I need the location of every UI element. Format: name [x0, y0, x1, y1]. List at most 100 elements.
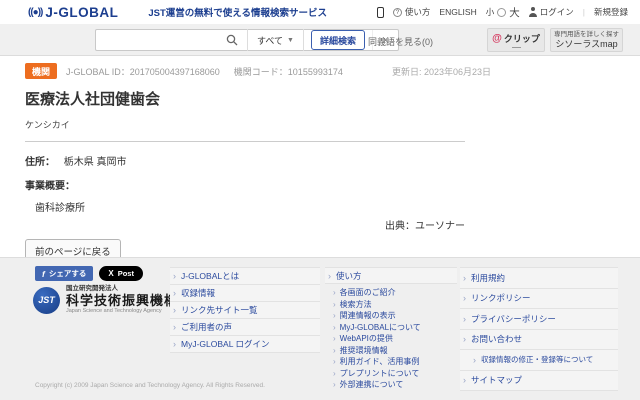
font-small-button[interactable]: 小 — [486, 6, 495, 18]
title-kana: ケンシカイ — [25, 118, 465, 131]
footer-links-policy: ›利用規約 ›リンクポリシー ›プライバシーポリシー ›お問い合わせ ›収録情報… — [460, 267, 618, 391]
footer-link-label: 推奨環境情報 — [340, 345, 388, 356]
clip-underline — [512, 47, 521, 48]
footer-link-myjglobal-login[interactable]: ›MyJ-GLOBAL ログイン — [170, 336, 320, 353]
header: ((●)) J-GLOBAL JST運営の無料で使える情報検索サービス ? 使い… — [0, 0, 640, 24]
chevron-right-icon: › — [463, 293, 466, 303]
scope-label: すべて — [257, 34, 283, 47]
org-name-small: 国立研究開発法人 — [66, 285, 178, 293]
chevron-right-icon: › — [333, 311, 336, 320]
person-icon — [529, 7, 537, 17]
organization-code: 機関コード：10155993174 — [234, 65, 343, 78]
synonym-link[interactable]: 同義語を見る(0) — [368, 35, 433, 48]
chevron-right-icon: › — [333, 369, 336, 378]
footer-link-label: 使い方 — [336, 270, 362, 282]
font-size-control: 小 大 — [486, 5, 520, 20]
divider — [303, 29, 304, 51]
footer-link-search-method[interactable]: ›検索方法 — [333, 299, 457, 311]
jst-logo-icon: JST — [33, 287, 60, 314]
search-scope-dropdown[interactable]: すべて ▼ — [248, 34, 303, 47]
footer-link-privacy[interactable]: ›プライバシーポリシー — [460, 309, 618, 330]
advanced-search-button[interactable]: 詳細検索 — [311, 30, 365, 50]
smartphone-icon[interactable] — [377, 7, 384, 18]
chevron-right-icon: › — [333, 346, 336, 355]
footer-link-linked-sites[interactable]: ›リンク先サイト一覧 — [170, 302, 320, 319]
chevron-right-icon: › — [333, 300, 336, 309]
footer-link-webapi[interactable]: › WebAPIの提供 — [333, 333, 457, 345]
footer-link-label: プライバシーポリシー — [471, 313, 556, 325]
chevron-right-icon: › — [463, 375, 466, 385]
question-icon: ? — [393, 8, 402, 17]
help-link[interactable]: ? 使い方 — [393, 6, 431, 18]
thesaurus-map-button[interactable]: 専門用語を詳しく探す シソーラスmap — [550, 28, 623, 52]
footer-link-label: 各画面のご紹介 — [340, 287, 396, 298]
footer-link-external[interactable]: › 外部連携について — [333, 379, 457, 391]
footer-link-howto[interactable]: ›使い方 — [325, 267, 457, 284]
footer-link-label: 利用ガイド、活用事例 — [340, 356, 420, 367]
address-row: 住所： 栃木県 真岡市 — [25, 153, 465, 168]
updated-date: 更新日: 2023年06月23日 — [392, 65, 491, 78]
org-name-english: Japan Science and Technology Agency — [66, 308, 178, 315]
footer-link-label: 外部連携について — [340, 379, 404, 390]
thesaurus-caption: 専門用語を詳しく探す — [551, 31, 622, 39]
footer-link-screens[interactable]: ›各画面のご紹介 — [333, 287, 457, 299]
footer-link-myjglobal[interactable]: ›MyJ-GLOBALについて — [333, 322, 457, 334]
chevron-down-icon: ▼ — [287, 37, 294, 44]
chevron-right-icon: › — [333, 334, 336, 343]
footer-link-label: 利用規約 — [471, 272, 505, 284]
facebook-icon: f — [42, 269, 45, 279]
search-icon[interactable] — [226, 34, 238, 46]
footer-link-preprint[interactable]: › プレプリントについて — [333, 368, 457, 380]
footer-link-related-info[interactable]: ›関連情報の表示 — [333, 310, 457, 322]
facebook-share-button[interactable]: f シェアする — [35, 266, 93, 281]
nav-divider: | — [583, 7, 585, 17]
chevron-right-icon: › — [173, 271, 176, 281]
footer-links-about: ›J-GLOBALとは ›収録情報 ›リンク先サイト一覧 ›ご利用者の声 ›My… — [170, 267, 320, 353]
footer-link-label: WebAPIの提供 — [340, 333, 393, 344]
search-bar-section: すべて ▼ 詳細検索 × 同義語を見る(0) @ クリップ 専門用語を詳しく探す… — [0, 24, 640, 56]
paperclip-icon: @ — [492, 33, 502, 44]
footer-link-contents[interactable]: ›収録情報 — [170, 285, 320, 302]
footer-link-label: リンク先サイト一覧 — [181, 304, 258, 316]
footer-link-environment[interactable]: › 推奨環境情報 — [333, 345, 457, 357]
footer-link-guide[interactable]: › 利用ガイド、活用事例 — [333, 356, 457, 368]
chevron-right-icon: › — [333, 380, 336, 389]
record-detail: 機関 J-GLOBAL ID：201705004397168060 機関コード：… — [25, 56, 465, 263]
chevron-right-icon: › — [173, 288, 176, 298]
footer: f シェアする X Post JST 国立研究開発法人 科学技術振興機構 Jap… — [0, 257, 640, 400]
j-global-logo[interactable]: ((●)) J-GLOBAL — [28, 5, 118, 20]
chevron-right-icon: › — [463, 334, 466, 344]
logo-text: J-GLOBAL — [45, 5, 118, 20]
chevron-right-icon: › — [463, 273, 466, 283]
footer-link-label: プレプリントについて — [340, 368, 420, 379]
business-value: 歯科診療所 — [35, 199, 465, 214]
footer-link-label: 収録情報の修正・登録等について — [481, 354, 593, 365]
search-input[interactable] — [96, 31, 224, 49]
footer-link-contact[interactable]: ›お問い合わせ — [460, 330, 618, 351]
chevron-right-icon: › — [333, 323, 336, 332]
register-link[interactable]: 新規登録 — [594, 6, 628, 18]
jst-logo[interactable]: JST 国立研究開発法人 科学技術振興機構 Japan Science and … — [33, 285, 178, 315]
footer-link-terms[interactable]: › 利用規約 — [460, 268, 618, 289]
share-buttons: f シェアする X Post — [35, 266, 143, 281]
footer-link-sitemap[interactable]: ›サイトマップ — [460, 371, 618, 392]
footer-link-link-policy[interactable]: ›リンクポリシー — [460, 289, 618, 310]
footer-link-about[interactable]: ›J-GLOBALとは — [170, 268, 320, 285]
address-label: 住所： — [25, 157, 55, 168]
chevron-right-icon: › — [333, 357, 336, 366]
search-unit: すべて ▼ 詳細検索 × — [95, 29, 399, 51]
x-post-button[interactable]: X Post — [99, 266, 143, 281]
font-large-button[interactable]: 大 — [509, 5, 520, 20]
clip-button[interactable]: @ クリップ — [487, 28, 545, 52]
font-toggle-icon[interactable] — [497, 8, 506, 17]
post-label: Post — [118, 269, 134, 278]
footer-link-record-correction[interactable]: ›収録情報の修正・登録等について — [460, 350, 618, 371]
footer-link-user-voice[interactable]: ›ご利用者の声 — [170, 319, 320, 336]
record-meta-row: 機関 J-GLOBAL ID：201705004397168060 機関コード：… — [25, 63, 491, 79]
business-label: 事業概要： — [25, 177, 465, 192]
login-link[interactable]: ログイン — [529, 6, 574, 18]
thesaurus-label: シソーラスmap — [551, 39, 622, 50]
english-link[interactable]: ENGLISH — [439, 7, 476, 17]
register-label: 新規登録 — [594, 6, 628, 18]
j-global-logo-icon: ((●)) — [28, 7, 42, 18]
